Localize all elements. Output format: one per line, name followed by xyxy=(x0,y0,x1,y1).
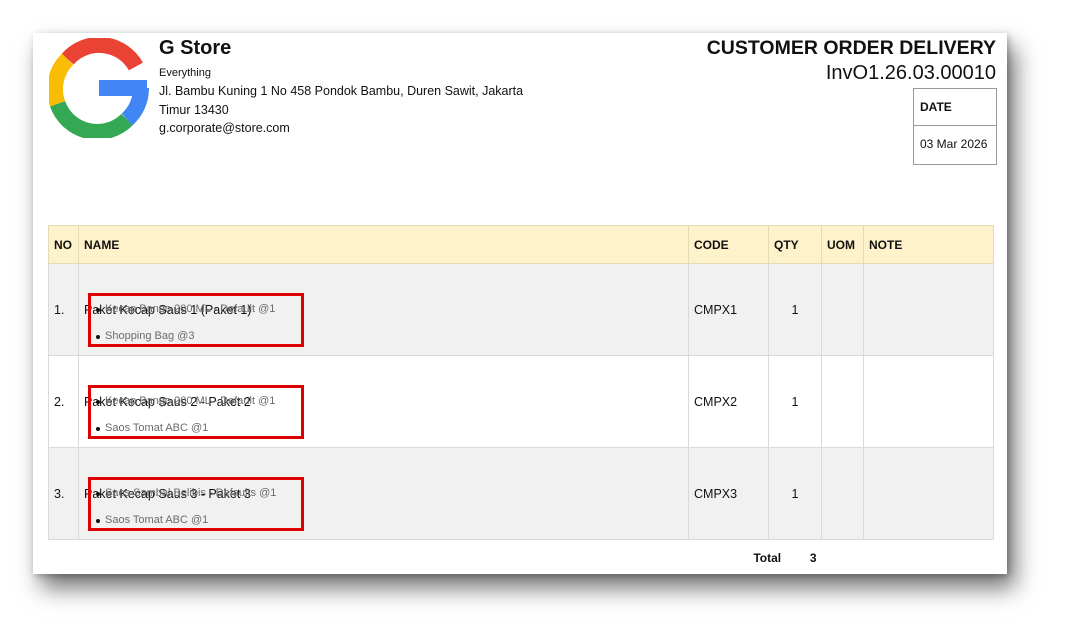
row-number: 3. xyxy=(48,447,79,540)
component-item: Saos Tomat ABC @1 xyxy=(91,415,301,442)
row-number: 2. xyxy=(48,355,79,448)
header-uom: UOM xyxy=(821,225,864,264)
component-item: Kecap Bango 200 ML - Default @1 xyxy=(91,388,301,415)
component-item: Saos Sambal Belibis - Defaults @1 xyxy=(91,480,301,507)
row-name-cell: Paket Kecap Saus 1 (Paket 1) Kecap Bango… xyxy=(78,263,689,356)
component-item: Kecap Bango 200 ML - Default @1 xyxy=(91,296,301,323)
row-uom xyxy=(821,447,864,540)
items-table: NO NAME CODE QTY UOM NOTE 1. Paket Kecap… xyxy=(48,225,994,576)
components-highlight: Kecap Bango 200 ML - Default @1 Shopping… xyxy=(88,293,304,347)
total-row: Total 3 xyxy=(49,540,994,577)
date-box: DATE 03 Mar 2026 xyxy=(913,88,997,165)
row-code: CMPX1 xyxy=(688,263,769,356)
table-row: 2. Paket Kecap Saus 2 - Paket 2 Kecap Ba… xyxy=(48,355,994,448)
row-uom xyxy=(821,263,864,356)
row-code: CMPX2 xyxy=(688,355,769,448)
component-item: Saos Tomat ABC @1 xyxy=(91,507,301,534)
row-uom xyxy=(821,355,864,448)
delivery-document: G Store Everything Jl. Bambu Kuning 1 No… xyxy=(33,33,1007,574)
document-number: InvO1.26.03.00010 xyxy=(825,62,996,84)
row-qty: 1 xyxy=(768,263,822,356)
header-name: NAME xyxy=(78,225,689,264)
row-name-cell: Paket Kecap Saus 3 - Paket 3 Saos Sambal… xyxy=(78,447,689,540)
table-header-row: NO NAME CODE QTY UOM NOTE xyxy=(48,225,994,264)
row-number: 1. xyxy=(48,263,79,356)
total-value: 3 xyxy=(809,551,817,565)
table-row: 3. Paket Kecap Saus 3 - Paket 3 Saos Sam… xyxy=(48,447,994,540)
row-note xyxy=(863,263,994,356)
components-highlight: Kecap Bango 200 ML - Default @1 Saos Tom… xyxy=(88,385,304,439)
date-label: DATE xyxy=(914,89,996,126)
header-note: NOTE xyxy=(863,225,994,264)
total-label: Total 3 xyxy=(689,540,822,577)
component-item: Shopping Bag @3 xyxy=(91,323,301,350)
header-no: NO xyxy=(48,225,79,264)
store-tagline: Everything xyxy=(159,67,211,79)
components-highlight: Saos Sambal Belibis - Defaults @1 Saos T… xyxy=(88,477,304,531)
row-code: CMPX3 xyxy=(688,447,769,540)
row-name-cell: Paket Kecap Saus 2 - Paket 2 Kecap Bango… xyxy=(78,355,689,448)
store-email: g.corporate@store.com xyxy=(159,121,290,135)
row-qty: 1 xyxy=(768,355,822,448)
row-note xyxy=(863,355,994,448)
google-g-logo-icon xyxy=(49,38,149,138)
store-address: Jl. Bambu Kuning 1 No 458 Pondok Bambu, … xyxy=(159,84,524,117)
document-title: CUSTOMER ORDER DELIVERY xyxy=(706,37,996,59)
row-qty: 1 xyxy=(768,447,822,540)
store-name: G Store xyxy=(159,37,232,59)
date-value: 03 Mar 2026 xyxy=(920,137,988,151)
table-row: 1. Paket Kecap Saus 1 (Paket 1) Kecap Ba… xyxy=(48,263,994,356)
header-qty: QTY xyxy=(768,225,822,264)
total-label-text: Total xyxy=(753,551,782,565)
header-code: CODE xyxy=(688,225,769,264)
row-note xyxy=(863,447,994,540)
